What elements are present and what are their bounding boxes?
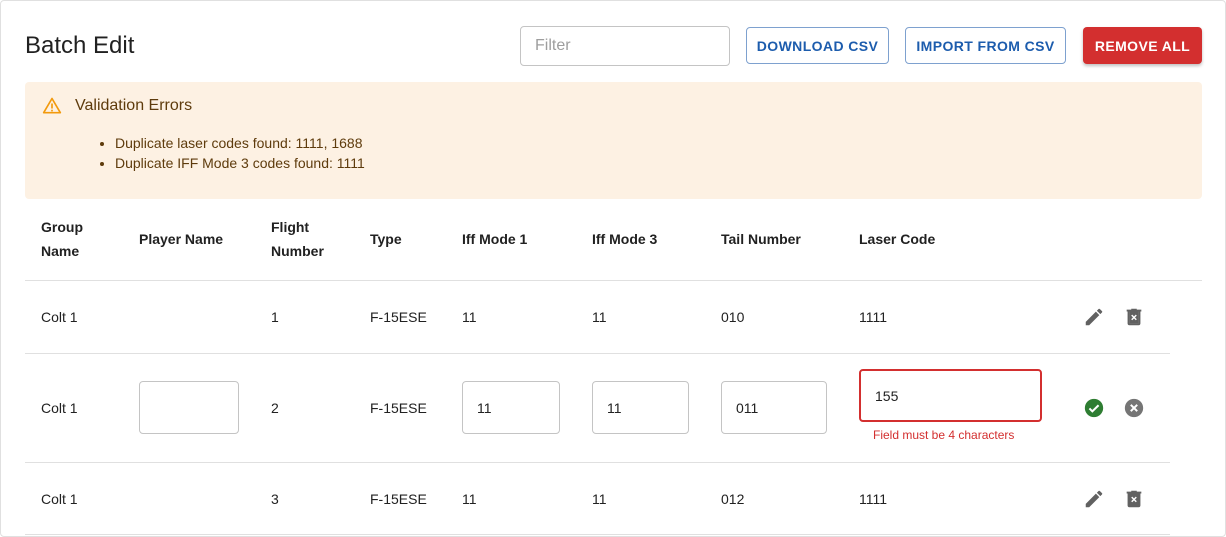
cell-group-name: Colt 1	[41, 491, 78, 507]
cell-iff-mode-3: 11	[592, 309, 607, 325]
warning-icon	[42, 97, 62, 114]
column-header-type: Type	[370, 231, 402, 247]
laser-code-input[interactable]	[859, 369, 1042, 422]
cell-iff-mode-1: 11	[462, 309, 477, 325]
cancel-circle-icon[interactable]	[1123, 397, 1145, 419]
divider	[25, 353, 1170, 354]
cell-flight-number: 3	[271, 491, 279, 507]
divider	[25, 462, 1170, 463]
filter-input[interactable]	[520, 26, 730, 66]
alert-message: Duplicate laser codes found: 1111, 1688	[115, 133, 365, 153]
iff-mode-3-input[interactable]	[592, 381, 689, 434]
column-header-tail-number: Tail Number	[721, 231, 801, 247]
cell-type: F-15ESE	[370, 309, 427, 325]
player-name-input[interactable]	[139, 381, 239, 434]
validation-alert: Validation Errors Duplicate laser codes …	[25, 82, 1202, 199]
delete-icon[interactable]	[1123, 488, 1145, 510]
alert-message: Duplicate IFF Mode 3 codes found: 1111	[115, 153, 365, 173]
iff-mode-1-input[interactable]	[462, 381, 560, 434]
laser-code-error: Field must be 4 characters	[873, 428, 1015, 442]
divider	[25, 280, 1202, 281]
cell-flight-number: 2	[271, 400, 279, 416]
column-header-flight-number: Flight Number	[271, 219, 324, 259]
column-header-iff-mode-1: Iff Mode 1	[462, 231, 528, 247]
cell-type: F-15ESE	[370, 400, 427, 416]
cell-laser-code: 1111	[859, 309, 888, 325]
cell-group-name: Colt 1	[41, 400, 78, 416]
alert-title: Validation Errors	[75, 97, 193, 114]
cell-group-name: Colt 1	[41, 309, 78, 325]
page-title: Batch Edit	[25, 32, 135, 59]
batch-edit-card: Batch Edit DOWNLOAD CSV IMPORT FROM CSV …	[0, 0, 1226, 537]
pencil-icon[interactable]	[1083, 306, 1105, 328]
column-header-group-name: Group Name	[41, 219, 83, 259]
column-header-laser-code: Laser Code	[859, 231, 936, 247]
delete-icon[interactable]	[1123, 306, 1145, 328]
column-header-iff-mode-3: Iff Mode 3	[592, 231, 658, 247]
cell-flight-number: 1	[271, 309, 279, 325]
alert-message-list: Duplicate laser codes found: 1111, 1688 …	[115, 133, 365, 173]
cell-type: F-15ESE	[370, 491, 427, 507]
cell-iff-mode-1: 11	[462, 491, 477, 507]
download-csv-button[interactable]: DOWNLOAD CSV	[746, 27, 889, 64]
column-header-player-name: Player Name	[139, 231, 224, 247]
tail-number-input[interactable]	[721, 381, 827, 434]
import-csv-button[interactable]: IMPORT FROM CSV	[905, 27, 1066, 64]
pencil-icon[interactable]	[1083, 488, 1105, 510]
check-circle-icon[interactable]	[1083, 397, 1105, 419]
cell-tail-number: 012	[721, 491, 745, 507]
cell-laser-code: 1111	[859, 491, 888, 507]
remove-all-button[interactable]: REMOVE ALL	[1083, 27, 1202, 64]
cell-tail-number: 010	[721, 309, 745, 325]
divider	[25, 534, 1170, 535]
cell-iff-mode-3: 11	[592, 491, 607, 507]
